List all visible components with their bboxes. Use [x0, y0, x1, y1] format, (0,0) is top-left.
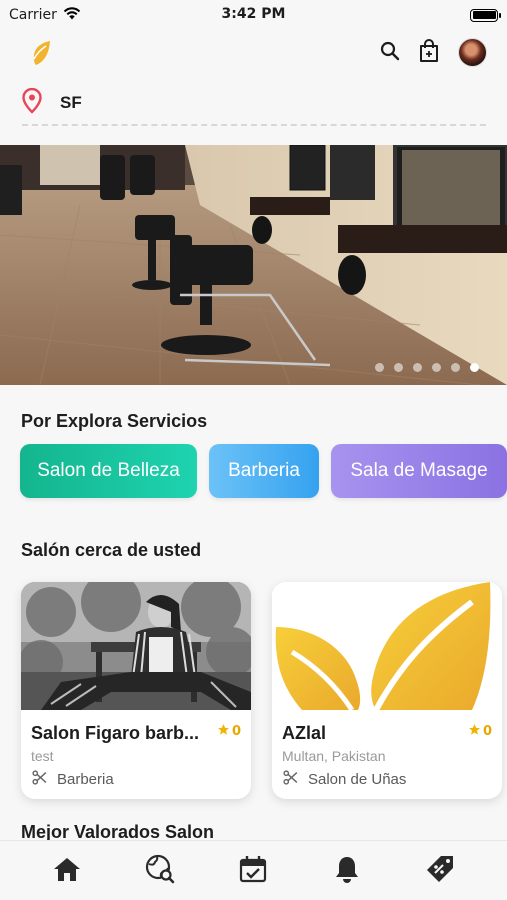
salon-rating: 0: [217, 723, 241, 740]
carousel-dot[interactable]: [375, 363, 384, 372]
nav-calendar[interactable]: [233, 851, 273, 891]
salon-category-label: Barberia: [57, 771, 114, 788]
location-selector[interactable]: SF: [22, 87, 82, 118]
service-salon-belleza-button[interactable]: Salon de Belleza: [20, 444, 197, 498]
divider: [22, 124, 486, 126]
salon-category-label: Salon de Uñas: [308, 771, 407, 788]
carousel-dot-active[interactable]: [470, 363, 479, 372]
salon-photo: [21, 582, 251, 710]
carousel-dot[interactable]: [451, 363, 460, 372]
home-icon: [53, 856, 81, 886]
salon-card[interactable]: Salon Figaro barb... 0 test Barberia: [21, 582, 251, 799]
shopping-bag-icon[interactable]: [418, 38, 440, 67]
status-bar: Carrier 3:42 PM: [0, 0, 507, 30]
top-bar: [0, 34, 507, 74]
avatar[interactable]: [458, 38, 487, 67]
bottom-navigation: [0, 840, 507, 900]
nav-home[interactable]: [47, 851, 87, 891]
scissors-icon: [282, 769, 299, 790]
star-icon: [217, 723, 230, 740]
explore-globe-icon: [145, 854, 175, 888]
carousel-dots[interactable]: [375, 363, 479, 372]
salon-card[interactable]: AZlal 0 Multan, Pakistan Salon de Uñas: [272, 582, 502, 799]
service-barberia-button[interactable]: Barberia: [209, 444, 319, 498]
nav-notifications[interactable]: [327, 851, 367, 891]
location-pin-icon: [22, 87, 42, 118]
rating-value: 0: [482, 724, 492, 739]
salon-name: Salon Figaro barb...: [31, 723, 200, 743]
nav-explore[interactable]: [140, 851, 180, 891]
bell-icon: [334, 855, 360, 887]
carousel-dot[interactable]: [413, 363, 422, 372]
search-icon[interactable]: [380, 41, 400, 65]
nav-offers[interactable]: [420, 851, 460, 891]
salon-name: AZlal: [282, 723, 327, 743]
promo-banner[interactable]: [0, 145, 507, 385]
salon-category: Salon de Uñas: [282, 769, 406, 790]
nearby-section-title: Salón cerca de usted: [21, 540, 202, 560]
services-section-title: Por Explora Servicios: [21, 411, 208, 431]
service-sala-masage-button[interactable]: Sala de Masage: [331, 444, 507, 498]
offers-tag-icon: [425, 854, 455, 888]
status-time: 3:42 PM: [221, 6, 286, 22]
star-icon: [468, 723, 481, 740]
salon-interior-image: [0, 145, 507, 385]
carousel-dot[interactable]: [432, 363, 441, 372]
salon-rating: 0: [468, 723, 492, 740]
app-logo-icon[interactable]: [30, 40, 52, 70]
location-label: SF: [60, 93, 82, 112]
carousel-dot[interactable]: [394, 363, 403, 372]
salon-subtitle: test: [31, 748, 54, 764]
calendar-icon: [239, 855, 267, 887]
salon-logo-image: [272, 582, 502, 710]
salon-subtitle: Multan, Pakistan: [282, 748, 386, 764]
battery-icon: [470, 8, 501, 22]
rating-value: 0: [231, 724, 241, 739]
scissors-icon: [31, 769, 48, 790]
salon-category: Barberia: [31, 769, 114, 790]
